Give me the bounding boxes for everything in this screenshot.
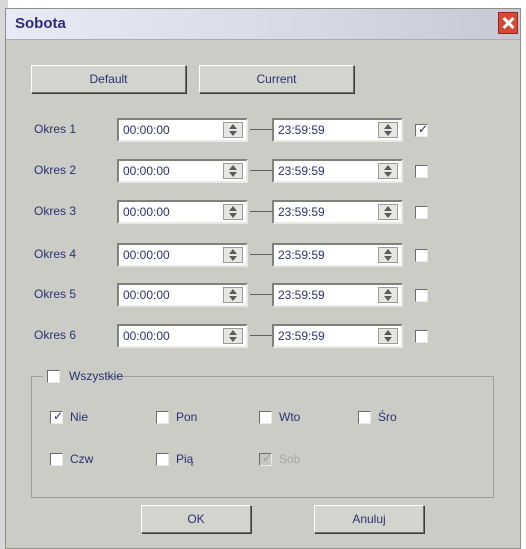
day-label: Śro (378, 410, 397, 424)
period-enable-checkbox[interactable]: ✓ (415, 122, 429, 137)
day-checkbox[interactable] (156, 453, 169, 466)
day-label: Pią (176, 452, 194, 466)
default-button[interactable]: Default (31, 65, 186, 93)
period-row: Okres 4 00:00:00 23:59:59 (6, 241, 520, 267)
period-label: Okres 2 (34, 163, 77, 177)
start-time-value: 00:00:00 (123, 205, 170, 219)
check-mark-icon: ✓ (262, 451, 273, 465)
period-label: Okres 5 (34, 287, 77, 301)
day-checkbox: ✓ (259, 451, 273, 466)
start-time-value: 00:00:00 (123, 123, 170, 137)
period-label: Okres 4 (34, 247, 77, 261)
period-row: Okres 1 00:00:00 23:59:59 ✓ (6, 116, 520, 142)
start-time-value: 00:00:00 (123, 329, 170, 343)
start-time-input[interactable]: 00:00:00 (117, 159, 248, 183)
select-all-checkbox[interactable] (47, 370, 60, 383)
day-checkbox[interactable]: ✓ (50, 409, 64, 424)
spinner-icon[interactable] (223, 163, 243, 179)
cancel-button[interactable]: Anuluj (314, 505, 424, 533)
spinner-icon[interactable] (378, 163, 398, 179)
range-separator (250, 294, 272, 295)
period-enable-checkbox[interactable] (415, 289, 428, 302)
period-enable-checkbox[interactable] (415, 249, 428, 262)
check-mark-icon: ✓ (418, 122, 429, 136)
spinner-icon[interactable] (223, 287, 243, 303)
day-label: Nie (70, 410, 89, 424)
spinner-icon[interactable] (378, 287, 398, 303)
start-time-value: 00:00:00 (123, 248, 170, 262)
day-checkbox[interactable] (156, 411, 169, 424)
start-time-input[interactable]: 00:00:00 (117, 118, 248, 142)
period-row: Okres 5 00:00:00 23:59:59 (6, 281, 520, 307)
day-label: Czw (70, 452, 94, 466)
title-bar[interactable]: Sobota (6, 9, 520, 40)
period-enable-checkbox[interactable] (415, 165, 428, 178)
range-separator (250, 170, 272, 171)
spinner-icon[interactable] (223, 122, 243, 138)
start-time-input[interactable]: 00:00:00 (117, 324, 248, 348)
end-time-value: 23:59:59 (278, 248, 325, 262)
ok-button[interactable]: OK (141, 505, 251, 533)
day-checkbox[interactable] (50, 453, 63, 466)
end-time-input[interactable]: 23:59:59 (272, 283, 403, 307)
spinner-icon[interactable] (378, 122, 398, 138)
day-checkbox[interactable] (259, 411, 272, 424)
period-label: Okres 3 (34, 204, 77, 218)
end-time-input[interactable]: 23:59:59 (272, 118, 403, 142)
spinner-icon[interactable] (223, 247, 243, 263)
end-time-input[interactable]: 23:59:59 (272, 324, 403, 348)
period-row: Okres 3 00:00:00 23:59:59 (6, 198, 520, 224)
end-time-input[interactable]: 23:59:59 (272, 243, 403, 267)
current-button[interactable]: Current (199, 65, 354, 93)
end-time-value: 23:59:59 (278, 164, 325, 178)
range-separator (250, 129, 272, 130)
range-separator (250, 335, 272, 336)
start-time-input[interactable]: 00:00:00 (117, 283, 248, 307)
start-time-input[interactable]: 00:00:00 (117, 243, 248, 267)
range-separator (250, 254, 272, 255)
select-all-label: Wszystkie (69, 369, 123, 383)
end-time-value: 23:59:59 (278, 123, 325, 137)
period-enable-checkbox[interactable] (415, 330, 428, 343)
end-time-value: 23:59:59 (278, 205, 325, 219)
period-label: Okres 6 (34, 328, 77, 342)
day-label: Wto (279, 410, 301, 424)
range-separator (250, 211, 272, 212)
period-row: Okres 6 00:00:00 23:59:59 (6, 322, 520, 348)
start-time-value: 00:00:00 (123, 288, 170, 302)
spinner-icon[interactable] (223, 328, 243, 344)
period-row: Okres 2 00:00:00 23:59:59 (6, 157, 520, 183)
close-icon[interactable] (498, 12, 518, 34)
end-time-input[interactable]: 23:59:59 (272, 200, 403, 224)
window-title: Sobota (15, 15, 66, 32)
spinner-icon[interactable] (223, 204, 243, 220)
spinner-icon[interactable] (378, 204, 398, 220)
check-mark-icon: ✓ (53, 409, 64, 423)
day-checkbox[interactable] (358, 411, 371, 424)
period-label: Okres 1 (34, 122, 77, 136)
day-label: Pon (176, 410, 198, 424)
spinner-icon[interactable] (378, 247, 398, 263)
end-time-value: 23:59:59 (278, 329, 325, 343)
spinner-icon[interactable] (378, 328, 398, 344)
day-label: Sob (279, 452, 301, 466)
select-all-option[interactable]: Wszystkie (43, 368, 123, 386)
end-time-input[interactable]: 23:59:59 (272, 159, 403, 183)
copy-days-group (31, 376, 494, 498)
end-time-value: 23:59:59 (278, 288, 325, 302)
period-enable-checkbox[interactable] (415, 206, 428, 219)
dialog-window: Sobota Default Current Okres 1 00:00:00 23… (5, 8, 521, 549)
start-time-input[interactable]: 00:00:00 (117, 200, 248, 224)
start-time-value: 00:00:00 (123, 164, 170, 178)
